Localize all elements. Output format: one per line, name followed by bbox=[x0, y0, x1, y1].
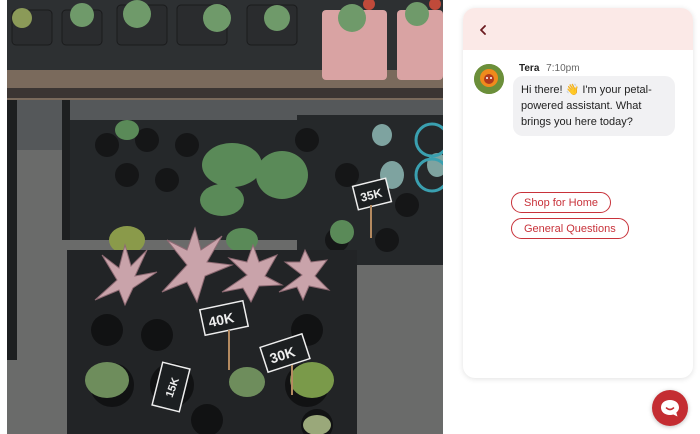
assistant-avatar bbox=[474, 64, 504, 94]
message-meta: Tera 7:10pm bbox=[519, 63, 580, 74]
quick-reply-general-questions[interactable]: General Questions bbox=[511, 218, 629, 239]
message-time: 7:10pm bbox=[546, 63, 580, 74]
message-bubble: Hi there! 👋 I'm your petal-powered assis… bbox=[513, 76, 675, 136]
flower-mascot-icon bbox=[474, 64, 504, 94]
sender-name: Tera bbox=[519, 63, 540, 74]
chat-launcher-button[interactable] bbox=[652, 390, 688, 426]
plant-shop-photo: 40K 30K 35K 15K bbox=[7, 0, 443, 434]
chevron-left-icon bbox=[480, 25, 486, 35]
chat-panel: Tera 7:10pm Hi there! 👋 I'm your petal-p… bbox=[463, 8, 693, 378]
chat-header bbox=[463, 8, 693, 50]
back-button[interactable] bbox=[473, 20, 493, 40]
quick-reply-shop-for-home[interactable]: Shop for Home bbox=[511, 192, 611, 213]
chat-bubble-icon bbox=[661, 400, 679, 417]
